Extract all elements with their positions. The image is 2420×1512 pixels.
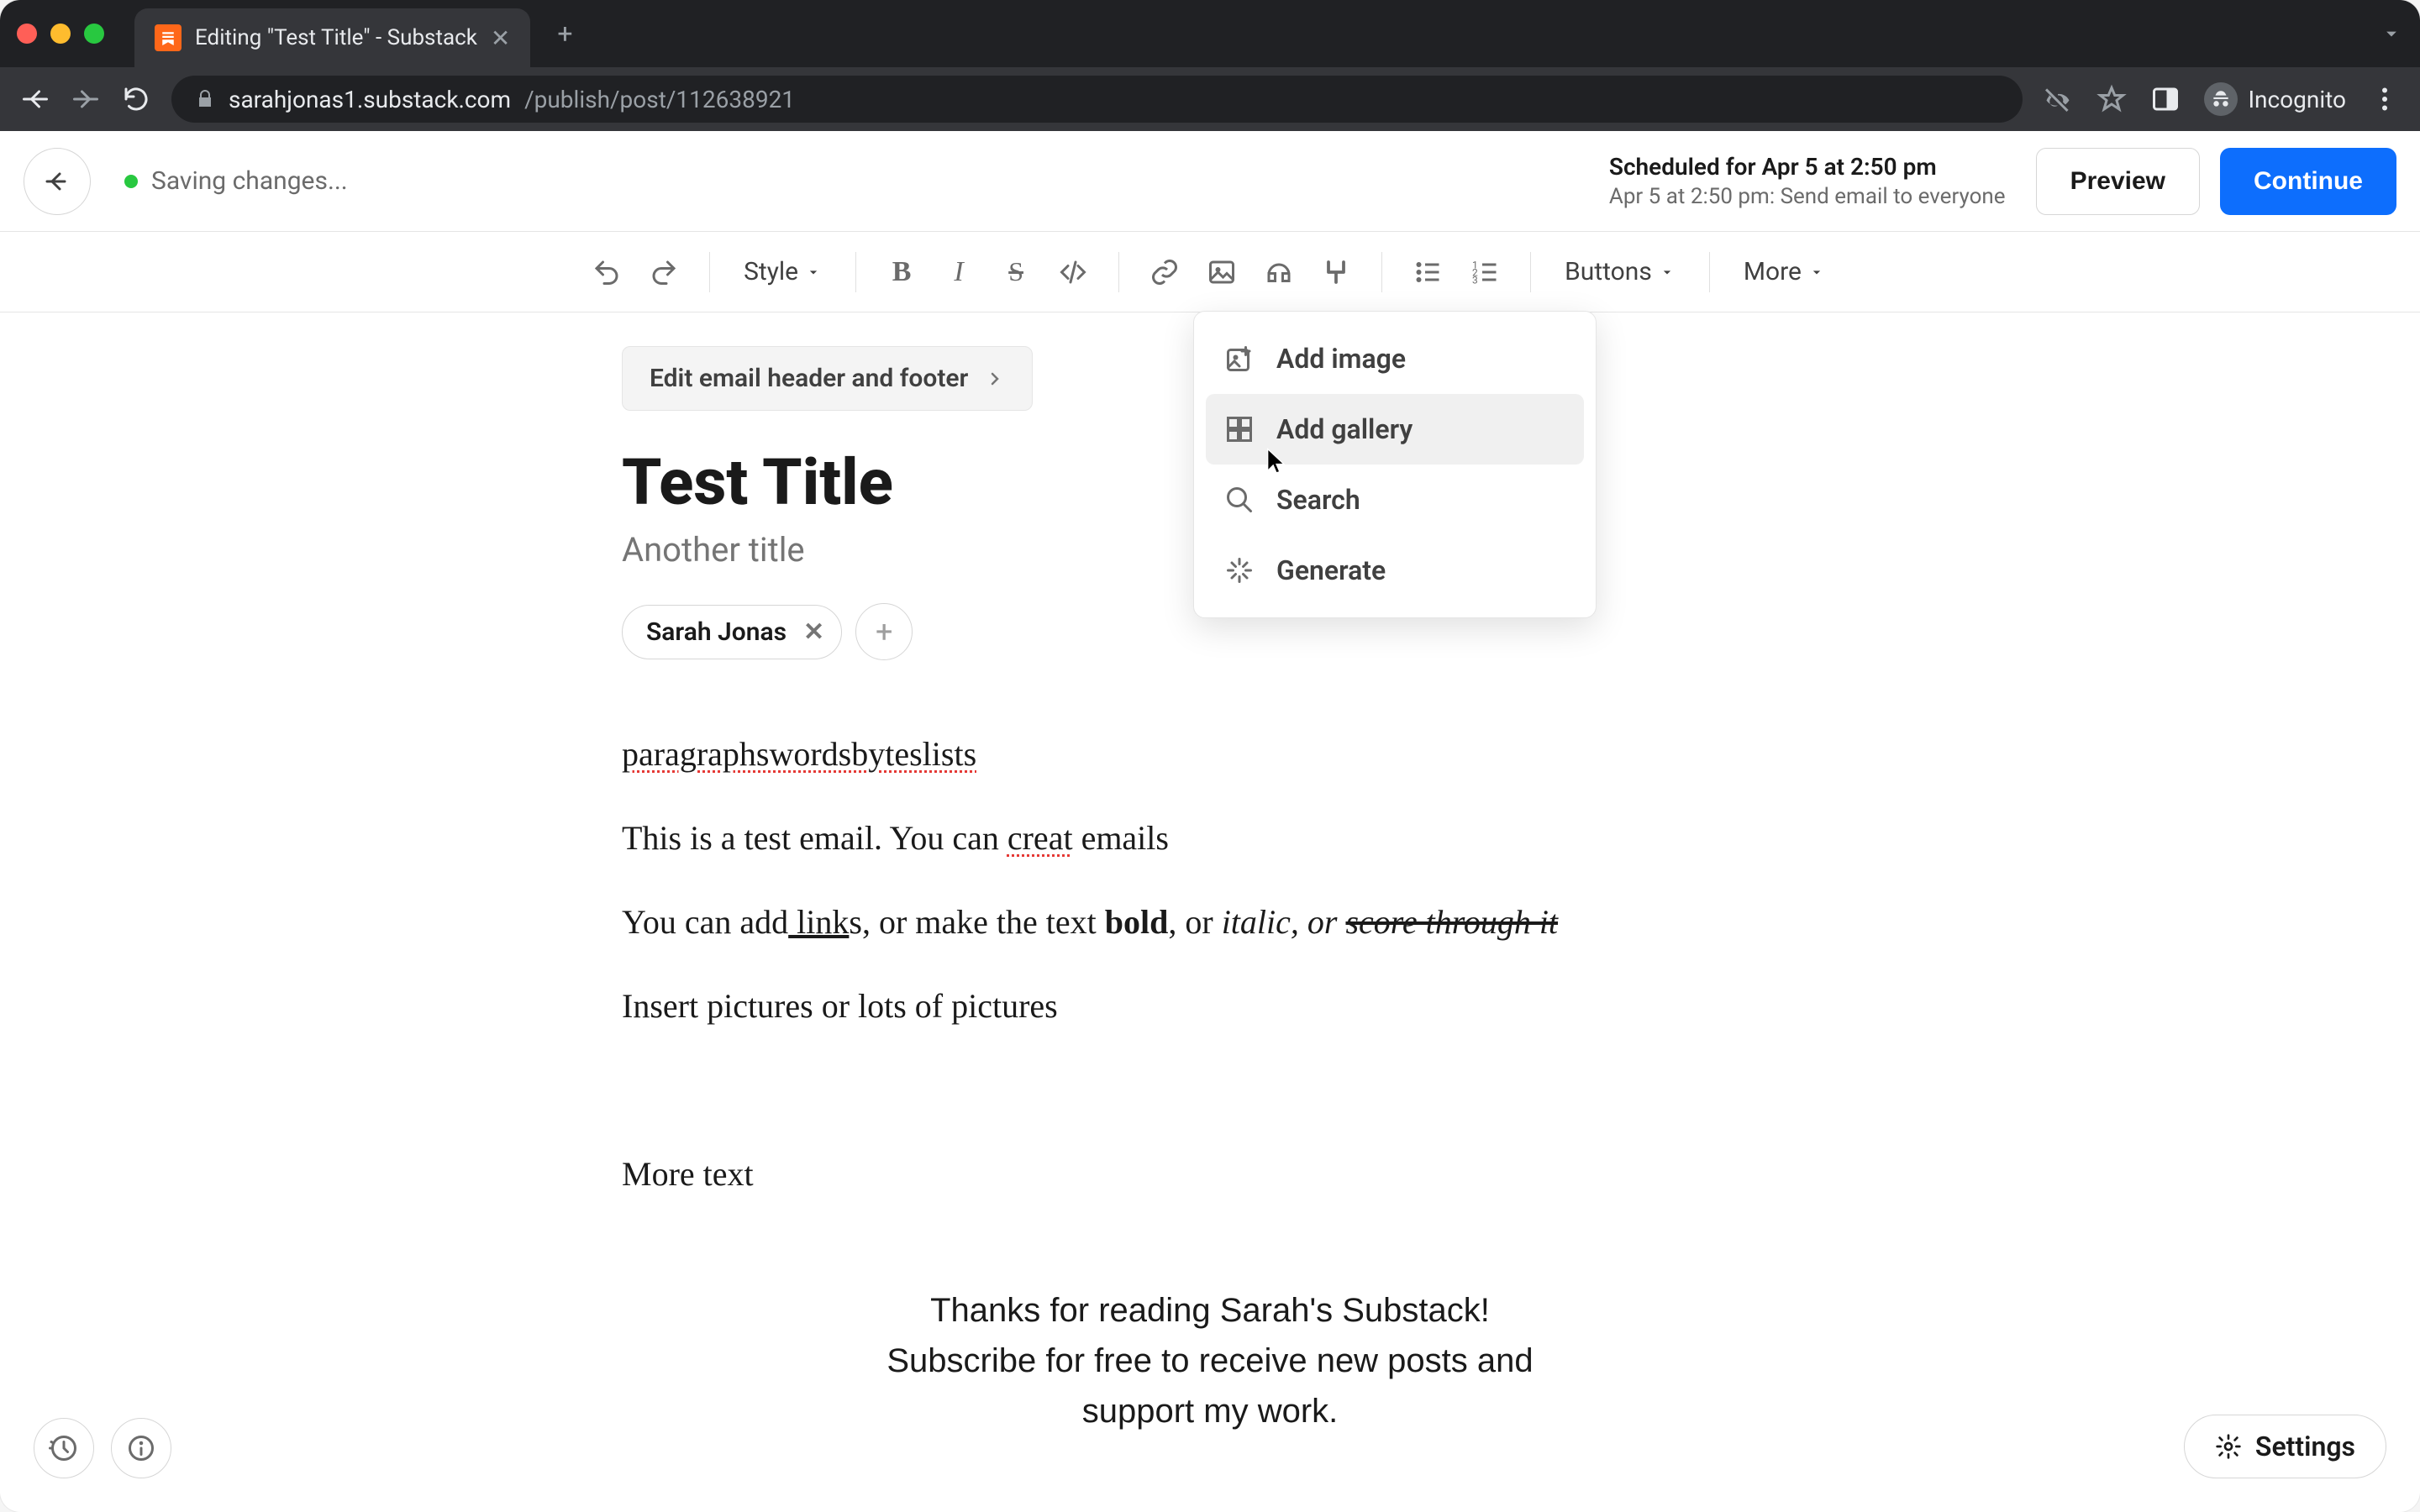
strikethrough-button[interactable]: S <box>991 247 1041 297</box>
add-gallery-item[interactable]: Add gallery <box>1206 394 1584 465</box>
minimize-window-button[interactable] <box>50 24 71 44</box>
bold-button[interactable]: B <box>876 247 927 297</box>
kebab-menu-icon[interactable] <box>2370 84 2400 114</box>
edit-email-header-label: Edit email header and footer <box>650 364 968 393</box>
new-tab-button[interactable]: + <box>557 18 572 50</box>
search-item[interactable]: Search <box>1206 465 1584 535</box>
settings-button[interactable]: Settings <box>2184 1415 2386 1478</box>
numbered-list-button[interactable]: 123 <box>1460 247 1510 297</box>
paragraph-3: You can add links, or make the text bold… <box>622 895 1798 949</box>
paragraph-4: Insert pictures or lots of pictures <box>622 979 1798 1033</box>
edit-email-header-button[interactable]: Edit email header and footer <box>622 346 1033 411</box>
reload-button[interactable] <box>121 84 151 114</box>
schedule-subtitle: Apr 5 at 2:50 pm: Send email to everyone <box>1609 184 2006 209</box>
editor-back-button[interactable] <box>24 148 91 215</box>
sparkle-icon <box>1223 554 1256 587</box>
add-image-icon <box>1223 342 1256 375</box>
editor-toolbar: Style B I S 123 Buttons More <box>0 232 2420 312</box>
redo-button[interactable] <box>639 247 689 297</box>
url-input[interactable]: sarahjonas1.substack.com/publish/post/11… <box>171 76 2023 123</box>
chevron-down-icon <box>805 264 822 281</box>
close-tab-button[interactable]: ✕ <box>491 24 510 52</box>
buttons-label: Buttons <box>1565 257 1652 286</box>
link-button[interactable] <box>1139 247 1190 297</box>
add-gallery-label: Add gallery <box>1276 413 1413 445</box>
address-bar: sarahjonas1.substack.com/publish/post/11… <box>0 67 2420 131</box>
add-author-button[interactable]: + <box>855 603 913 660</box>
paragraph-1: paragraphswordsbyteslists <box>622 735 976 773</box>
url-host: sarahjonas1.substack.com <box>229 86 511 113</box>
bottom-left-controls <box>34 1418 171 1478</box>
chevron-down-icon <box>1808 264 1825 281</box>
save-status: Saving changes... <box>124 166 348 196</box>
more-dropdown[interactable]: More <box>1730 247 1839 297</box>
generate-item[interactable]: Generate <box>1206 535 1584 606</box>
window-controls <box>17 24 104 44</box>
paragraph-5: More text <box>622 1147 1798 1201</box>
thanks-line-3: support my work. <box>622 1386 1798 1436</box>
thanks-line-2: Subscribe for free to receive new posts … <box>622 1336 1798 1386</box>
remove-author-button[interactable]: ✕ <box>803 617 824 647</box>
nav-back-button[interactable] <box>20 84 50 114</box>
chevron-down-icon <box>1659 264 1676 281</box>
continue-button[interactable]: Continue <box>2220 148 2396 215</box>
tab-overflow-icon[interactable] <box>2380 22 2403 45</box>
schedule-title: Scheduled for Apr 5 at 2:50 pm <box>1609 153 2006 181</box>
add-image-label: Add image <box>1276 343 1406 375</box>
image-button[interactable] <box>1197 247 1247 297</box>
url-path: /publish/post/112638921 <box>524 86 795 113</box>
lock-icon <box>195 89 215 109</box>
undo-button[interactable] <box>581 247 632 297</box>
add-image-item[interactable]: Add image <box>1206 323 1584 394</box>
history-button[interactable] <box>34 1418 94 1478</box>
settings-label: Settings <box>2255 1431 2355 1462</box>
eye-off-icon[interactable] <box>2043 84 2073 114</box>
panel-icon[interactable] <box>2150 84 2181 114</box>
tab-strip: Editing "Test Title" - Substack ✕ + <box>0 0 2420 67</box>
save-status-text: Saving changes... <box>151 166 348 196</box>
browser-window: Editing "Test Title" - Substack ✕ + sara… <box>0 0 2420 1512</box>
schedule-info: Scheduled for Apr 5 at 2:50 pm Apr 5 at … <box>1609 153 2006 209</box>
incognito-label: Incognito <box>2248 86 2346 113</box>
thanks-line-1: Thanks for reading Sarah's Substack! <box>622 1285 1798 1336</box>
code-button[interactable] <box>1048 247 1098 297</box>
incognito-icon <box>2204 82 2238 116</box>
close-window-button[interactable] <box>17 24 37 44</box>
bullet-list-button[interactable] <box>1402 247 1453 297</box>
save-status-dot-icon <box>124 175 138 188</box>
info-button[interactable] <box>111 1418 171 1478</box>
generate-label: Generate <box>1276 554 1386 586</box>
more-label: More <box>1744 257 1802 286</box>
author-name: Sarah Jonas <box>646 617 786 647</box>
maximize-window-button[interactable] <box>84 24 104 44</box>
bookmark-star-icon[interactable] <box>2096 84 2127 114</box>
nav-forward-button[interactable] <box>71 84 101 114</box>
paragraph-2: This is a test email. You can creat emai… <box>622 811 1798 865</box>
search-icon <box>1223 483 1256 517</box>
image-dropdown-menu: Add image Add gallery Search Generate <box>1193 311 1597 618</box>
author-chip[interactable]: Sarah Jonas ✕ <box>622 605 842 659</box>
buttons-dropdown[interactable]: Buttons <box>1551 247 1689 297</box>
content-editor[interactable]: paragraphswordsbyteslists This is a test… <box>622 727 1798 1201</box>
incognito-badge[interactable]: Incognito <box>2204 82 2346 116</box>
chevron-right-icon <box>985 369 1005 389</box>
app-header: Saving changes... Scheduled for Apr 5 at… <box>0 131 2420 232</box>
gear-icon <box>2215 1433 2242 1460</box>
audio-button[interactable] <box>1254 247 1304 297</box>
embed-button[interactable] <box>1311 247 1361 297</box>
tab-title: Editing "Test Title" - Substack <box>195 25 477 50</box>
browser-tab[interactable]: Editing "Test Title" - Substack ✕ <box>134 8 530 67</box>
italic-button[interactable]: I <box>934 247 984 297</box>
gallery-icon <box>1223 412 1256 446</box>
preview-button[interactable]: Preview <box>2036 148 2200 215</box>
substack-favicon-icon <box>155 24 182 51</box>
svg-text:3: 3 <box>1472 274 1478 286</box>
thanks-block: Thanks for reading Sarah's Substack! Sub… <box>622 1285 1798 1436</box>
style-label: Style <box>744 257 798 286</box>
style-dropdown[interactable]: Style <box>730 247 835 297</box>
search-label: Search <box>1276 484 1360 516</box>
